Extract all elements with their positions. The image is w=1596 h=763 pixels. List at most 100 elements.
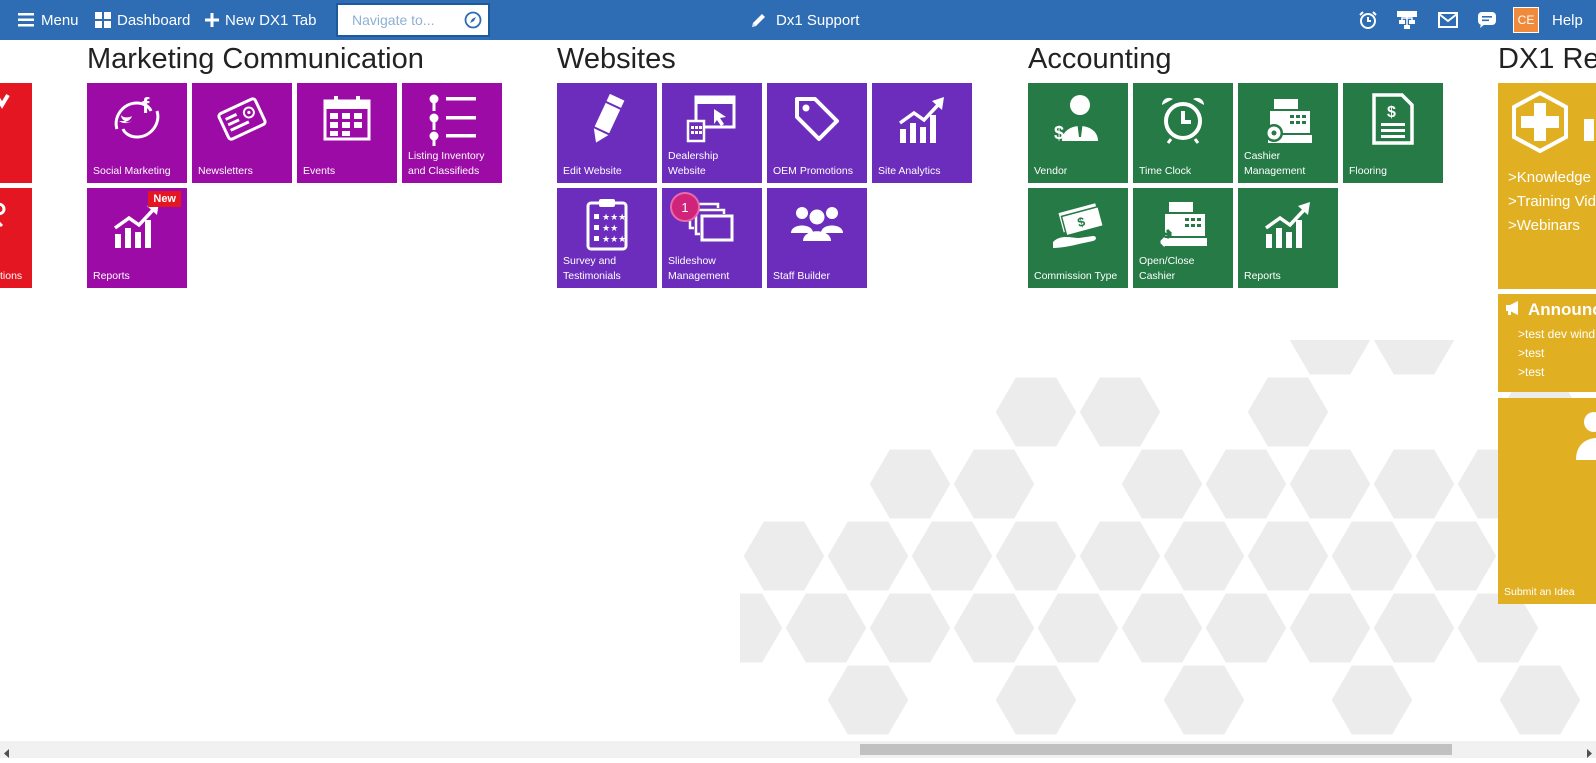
partial-tile-label: tions (0, 270, 23, 282)
horizontal-scrollbar[interactable] (0, 741, 1596, 758)
tile-newsletters[interactable]: Newsletters (192, 83, 292, 183)
background-hexagon (1034, 590, 1122, 666)
user-initials: CE (1513, 7, 1539, 33)
background-hexagon (992, 662, 1080, 738)
section-title-websites: Websites (557, 43, 676, 75)
partial-left-tile-bottom[interactable]: tions (0, 188, 32, 288)
tile-label: Survey and Testimonials (563, 254, 653, 284)
scroll-left-arrow-icon[interactable] (3, 745, 11, 763)
mail-icon[interactable] (1438, 0, 1458, 40)
tile-site-analytics[interactable]: Site Analytics (872, 83, 972, 183)
notification-count-badge: 1 (670, 192, 700, 222)
tile-label: Newsletters (198, 165, 253, 177)
cash-hand-icon: $ (1049, 198, 1107, 255)
training-videos-link[interactable]: >Training Vid (1508, 193, 1596, 210)
tile-label: Vendor (1034, 165, 1068, 177)
tile-oem-promotions[interactable]: OEM Promotions (767, 83, 867, 183)
tile-label-line2: Management (1244, 165, 1306, 177)
clipboard-survey-icon: ★★★ ★★ ★★★ (584, 197, 630, 256)
svg-text:f: f (142, 93, 150, 118)
tile-time-clock[interactable]: Time Clock (1133, 83, 1233, 183)
background-hexagon (824, 662, 912, 738)
section-title-resources: DX1 Reso (1498, 43, 1596, 75)
compass-icon[interactable] (464, 11, 482, 34)
background-hexagon (950, 446, 1038, 522)
newsletter-icon (214, 91, 270, 152)
resources-panel: >Knowledge >Training Vid >Webinars (1498, 83, 1596, 289)
background-hexagon (1370, 446, 1458, 522)
tile-label: Reports (1244, 270, 1281, 282)
new-badge: New (148, 191, 181, 207)
background-hexagon (1370, 590, 1458, 666)
tile-accounting-reports[interactable]: Reports (1238, 188, 1338, 288)
navigate-search-box (336, 3, 490, 37)
top-navigation-bar: Menu Dashboard New DX1 Tab Dx1 Support (0, 0, 1596, 40)
tile-label: Listing Inventory and Classifieds (408, 149, 498, 179)
announcement-item[interactable]: >test (1518, 346, 1544, 360)
menu-button[interactable]: Menu (18, 0, 79, 40)
svg-text:★★: ★★ (602, 223, 618, 233)
tile-flooring[interactable]: $ Flooring (1343, 83, 1443, 183)
key-list-icon (424, 91, 480, 152)
tile-staff-builder[interactable]: Staff Builder (767, 188, 867, 288)
alarm-clock-icon[interactable] (1358, 0, 1378, 40)
new-tab-button[interactable]: New DX1 Tab (205, 0, 316, 40)
scroll-right-arrow-icon[interactable] (1585, 745, 1593, 763)
announcements-title: Announc (1528, 300, 1596, 319)
partial-left-tile-top[interactable] (0, 83, 32, 183)
help-label: Help (1552, 11, 1583, 29)
background-hexagon (1328, 518, 1416, 594)
announcement-item[interactable]: >test dev wind (1518, 327, 1595, 341)
chat-icon[interactable] (1477, 0, 1497, 40)
tile-label: Cashier Management (1244, 149, 1334, 179)
tile-social-marketing[interactable]: f Social Marketing (87, 83, 187, 183)
menu-label: Menu (41, 11, 79, 29)
background-hexagon (1286, 446, 1374, 522)
partial-tile-icon (0, 200, 10, 235)
site-title-label: Dx1 Support (776, 11, 860, 29)
user-avatar[interactable]: CE (1513, 0, 1539, 40)
background-hexagon (1076, 374, 1164, 450)
tile-label: OEM Promotions (773, 165, 853, 177)
tile-survey-testimonials[interactable]: ★★★ ★★ ★★★ Survey and Testimonials (557, 188, 657, 288)
hexagon-cross-logo-icon (1506, 89, 1594, 170)
background-hexagon (740, 590, 786, 666)
tile-label: Site Analytics (878, 165, 941, 177)
knowledge-link[interactable]: >Knowledge (1508, 169, 1591, 186)
background-hexagon (1370, 340, 1458, 378)
tile-label-line1: Cashier (1244, 150, 1281, 162)
tile-label: Slideshow Management (668, 254, 758, 284)
background-hexagon (1412, 518, 1500, 594)
background-hexagon (908, 518, 996, 594)
website-browser-icon (684, 91, 740, 152)
announcement-item[interactable]: >test (1518, 365, 1544, 379)
scrollbar-thumb[interactable] (860, 744, 1452, 755)
section-title-marketing: Marketing Communication (87, 43, 424, 75)
background-hexagon (1160, 662, 1248, 738)
dashboard-button[interactable]: Dashboard (95, 0, 190, 40)
submit-idea-tile[interactable]: Submit an Idea (1498, 398, 1596, 604)
cash-register-gear-icon (1260, 91, 1316, 152)
tile-commission-type[interactable]: $ Commission Type (1028, 188, 1128, 288)
background-hexagon (1244, 374, 1332, 450)
tile-slideshow-management[interactable]: 1 Slideshow Management (662, 188, 762, 288)
org-chart-icon[interactable] (1396, 0, 1418, 40)
tile-edit-website[interactable]: Edit Website (557, 83, 657, 183)
navigate-input[interactable] (352, 12, 462, 28)
tile-marketing-reports[interactable]: New Reports (87, 188, 187, 288)
tile-listing-inventory[interactable]: Listing Inventory and Classifieds (402, 83, 502, 183)
site-title[interactable]: Dx1 Support (750, 0, 859, 40)
help-link[interactable]: Help (1552, 0, 1583, 40)
background-hexagon (740, 518, 828, 594)
tile-label-line1: Survey and (563, 255, 617, 267)
tile-label-line1: Listing Inventory (408, 150, 485, 162)
background-hexagon (992, 518, 1080, 594)
background-hexagon (950, 590, 1038, 666)
tile-vendor[interactable]: $ Vendor (1028, 83, 1128, 183)
tile-events[interactable]: Events (297, 83, 397, 183)
tile-cashier-management[interactable]: Cashier Management (1238, 83, 1338, 183)
webinars-link[interactable]: >Webinars (1508, 217, 1580, 234)
tile-dealership-website[interactable]: Dealership Website (662, 83, 762, 183)
tile-open-close-cashier[interactable]: Open/Close Cashier (1133, 188, 1233, 288)
new-tab-label: New DX1 Tab (225, 11, 317, 29)
